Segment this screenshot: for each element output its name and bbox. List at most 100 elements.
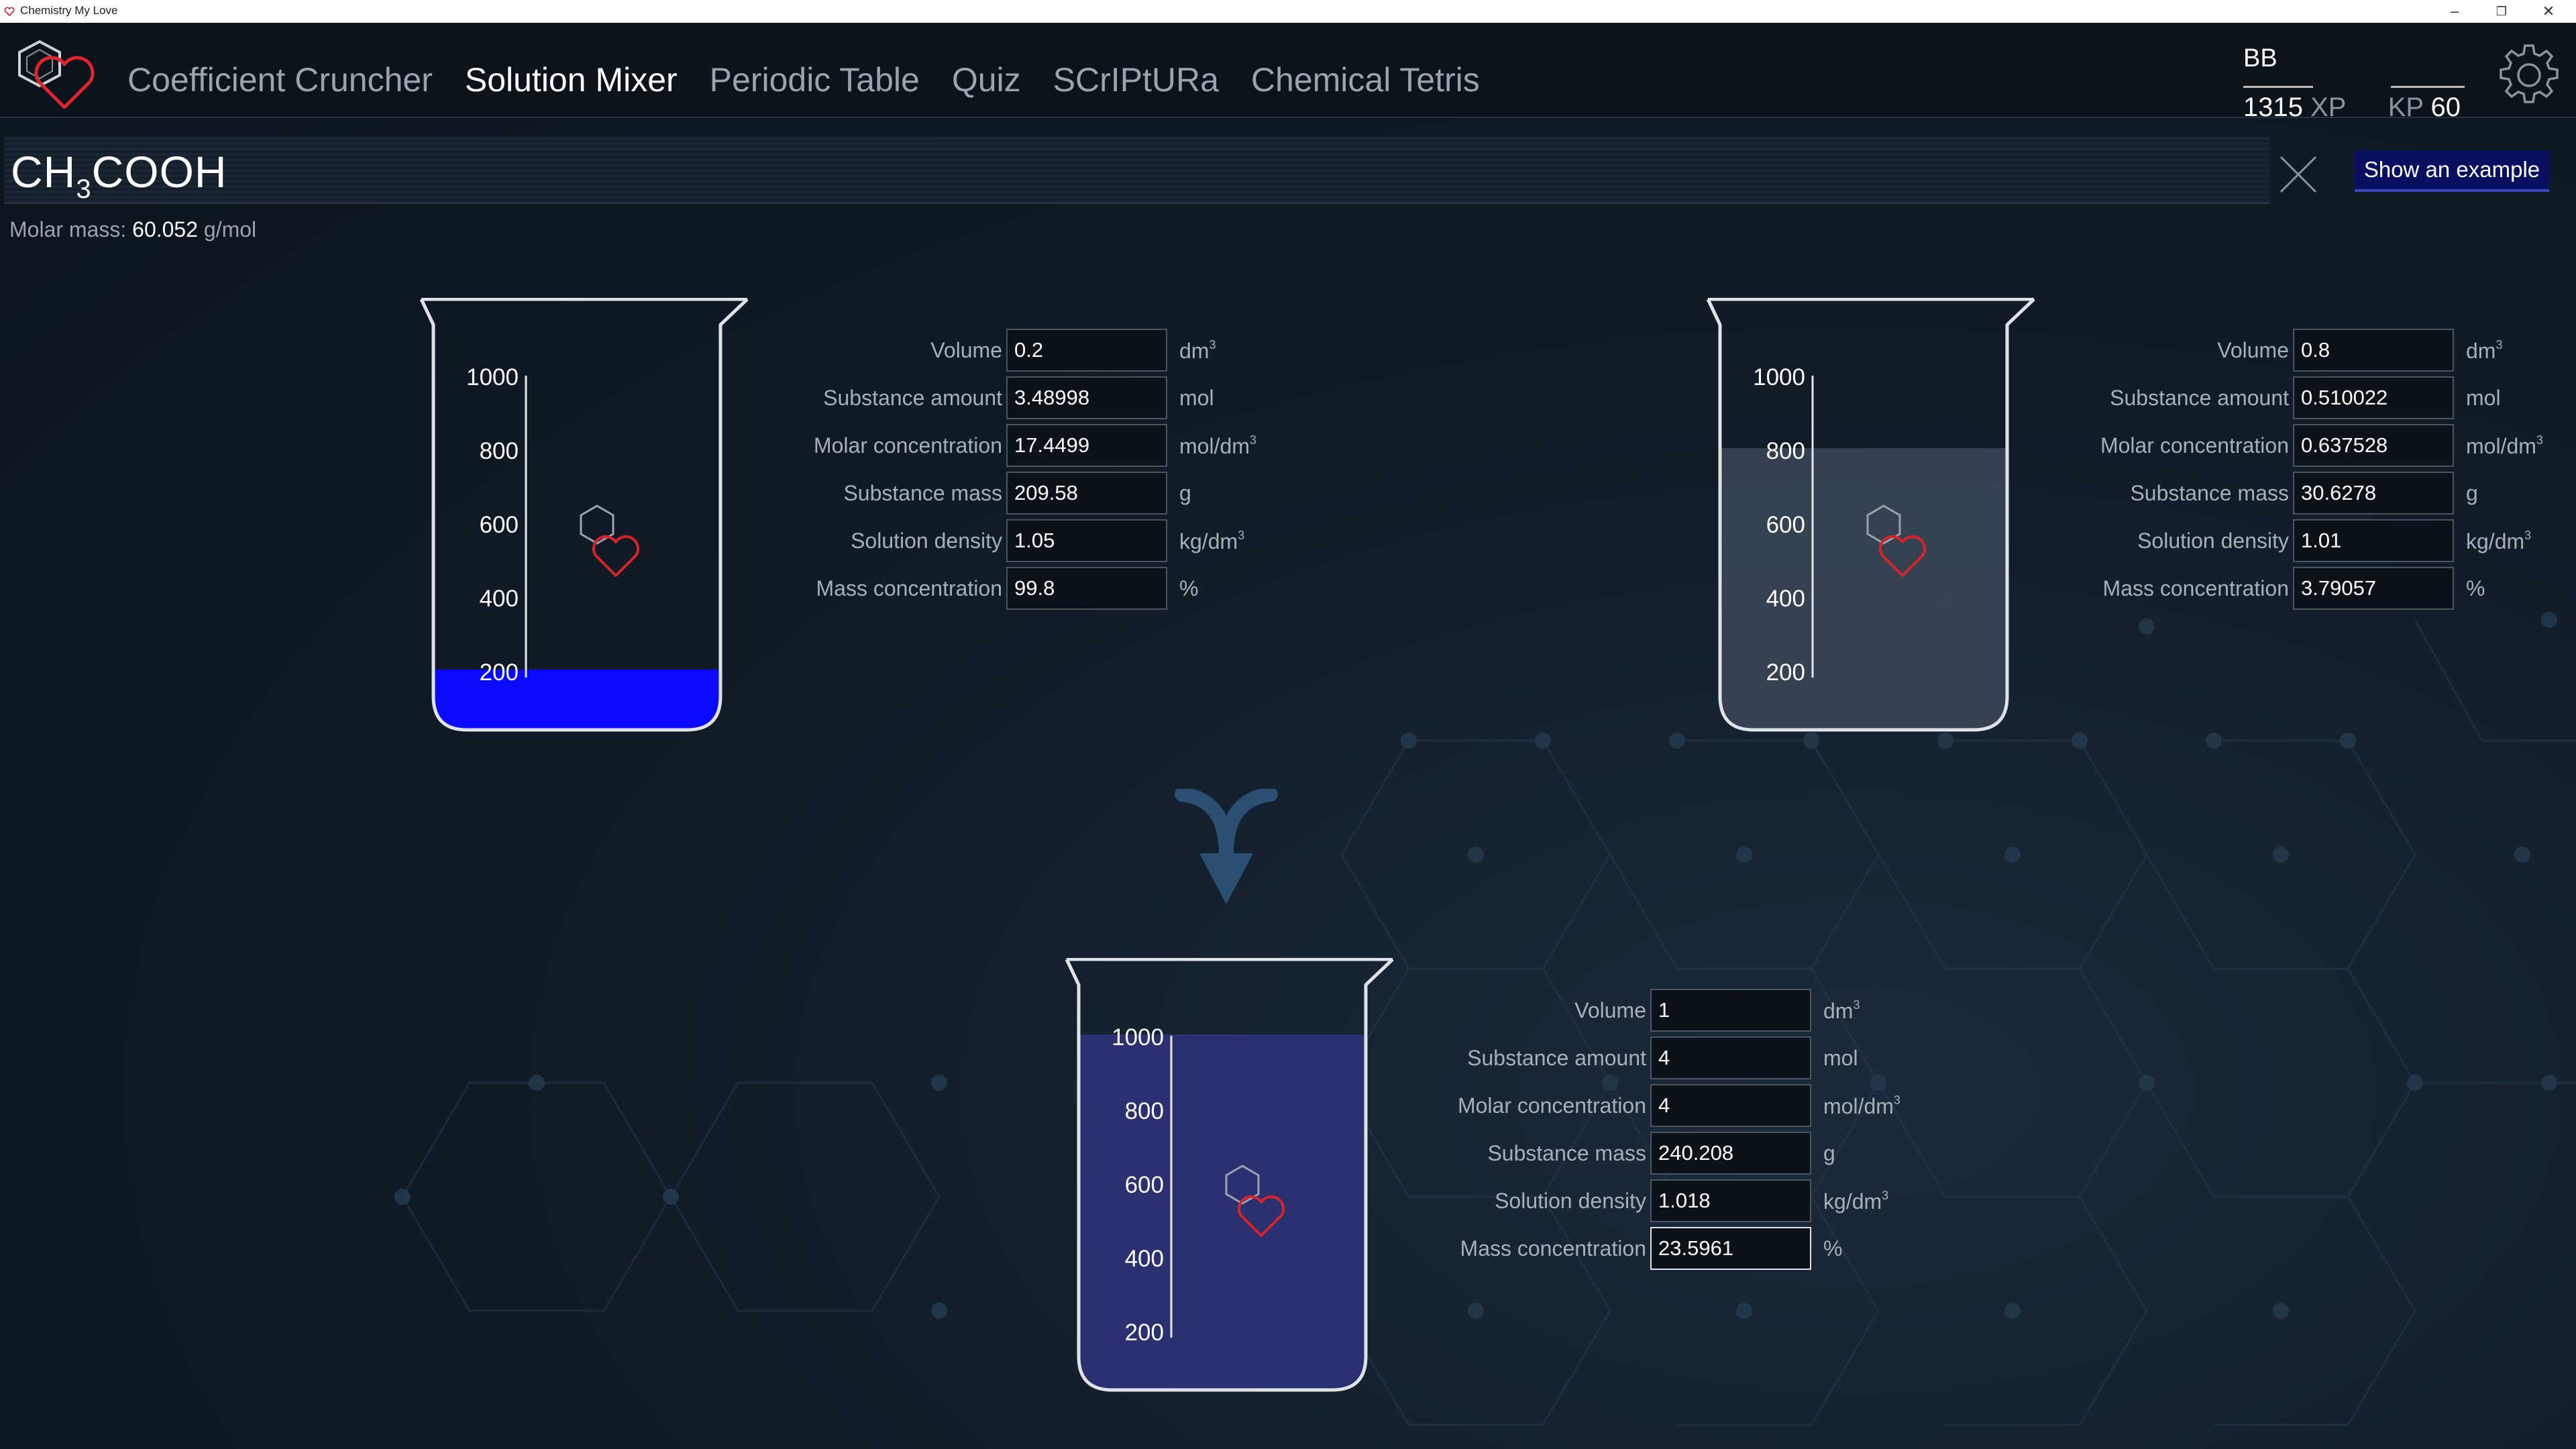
show-example-button[interactable]: Show an example — [2355, 150, 2549, 192]
solution-1-mass-concentration-input[interactable] — [1006, 567, 1167, 610]
mass-concentration-row: Mass concentration % — [1308, 1227, 1842, 1270]
solution-2-molar-concentration-input[interactable] — [2293, 424, 2454, 467]
molar-concentration-row: Molar concentration mol/dm3 — [1951, 424, 2543, 467]
unit-label: kg/dm3 — [1823, 1189, 1889, 1214]
unit-label: mol/dm3 — [1179, 433, 1256, 458]
field-label: Volume — [1574, 998, 1646, 1022]
solution-1-molar-concentration-input[interactable] — [1006, 424, 1167, 467]
beaker-logo-icon — [580, 504, 640, 577]
window-titlebar: Chemistry My Love – ❐ ✕ — [0, 0, 2576, 23]
scale-tick-label: 800 — [480, 438, 519, 464]
solution-1-amount-input[interactable] — [1006, 376, 1167, 419]
solution-1-mass-input[interactable] — [1006, 472, 1167, 515]
scale-tick-label: 1000 — [1753, 364, 1805, 390]
result-density-input[interactable] — [1650, 1179, 1811, 1222]
restore-button[interactable]: ❐ — [2478, 0, 2525, 23]
field-label: Molar concentration — [2100, 433, 2289, 458]
scale-tick-label: 1000 — [1112, 1024, 1164, 1051]
formula-input-bar[interactable]: CH3COOH — [4, 137, 2270, 204]
app-logo-icon[interactable] — [9, 30, 97, 110]
divider — [2391, 86, 2465, 88]
solution-2-volume-input[interactable] — [2293, 329, 2454, 372]
user-name: BB — [2243, 44, 2277, 72]
substance-amount-row: Substance amount mol — [1308, 1036, 1858, 1079]
scale-tick-label: 400 — [480, 586, 519, 612]
field-label: Substance mass — [843, 481, 1002, 505]
mass-concentration-row: Mass concentration % — [664, 567, 1198, 610]
field-label: Molar concentration — [1457, 1093, 1646, 1118]
substance-amount-row: Substance amount mol — [664, 376, 1214, 419]
field-label: Solution density — [1495, 1189, 1646, 1213]
formula-text[interactable]: CH3COOH — [11, 146, 227, 205]
scale-tick-label: 600 — [1125, 1172, 1164, 1198]
unit-label: g — [1179, 481, 1191, 505]
scale-tick-label: 1000 — [466, 364, 519, 390]
field-label: Mass concentration — [816, 576, 1002, 600]
molar-concentration-row: Molar concentration mol/dm3 — [664, 424, 1256, 467]
settings-gear-icon[interactable] — [2496, 42, 2563, 109]
scale-tick-label: 200 — [480, 659, 519, 686]
clear-formula-icon[interactable] — [2271, 148, 2325, 201]
molar-concentration-row: Molar concentration mol/dm3 — [1308, 1084, 1900, 1127]
nav-quiz[interactable]: Quiz — [952, 60, 1021, 99]
unit-label: dm3 — [2466, 338, 2503, 363]
nav-periodic-table[interactable]: Periodic Table — [710, 60, 920, 99]
scale-tick-label: 800 — [1125, 1098, 1164, 1124]
unit-label: mol/dm3 — [1823, 1093, 1900, 1118]
field-label: Substance mass — [1487, 1141, 1646, 1165]
solution-2-mass-concentration-input[interactable] — [2293, 567, 2454, 610]
minimize-button[interactable]: – — [2431, 0, 2478, 23]
solution-2-mass-input[interactable] — [2293, 472, 2454, 515]
scale-tick-label: 400 — [1125, 1246, 1164, 1272]
app-header: Coefficient Cruncher Solution Mixer Peri… — [0, 23, 2576, 122]
app-heart-icon — [4, 7, 15, 17]
close-window-button[interactable]: ✕ — [2525, 0, 2572, 23]
solution-density-row: Solution density kg/dm3 — [1951, 519, 2531, 562]
substance-amount-row: Substance amount mol — [1951, 376, 2501, 419]
volume-row: Volume dm3 — [664, 329, 1216, 372]
scale-tick-label: 400 — [1766, 586, 1805, 612]
solution-2-density-input[interactable] — [2293, 519, 2454, 562]
scale-tick-label: 600 — [480, 512, 519, 538]
solution-1-density-input[interactable] — [1006, 519, 1167, 562]
result-mass-input[interactable] — [1650, 1132, 1811, 1175]
field-label: Solution density — [2137, 529, 2289, 553]
nav-coefficient-cruncher[interactable]: Coefficient Cruncher — [127, 60, 433, 99]
unit-label: mol — [2466, 386, 2501, 410]
solution-1-volume-input[interactable] — [1006, 329, 1167, 372]
result-molar-concentration-input[interactable] — [1650, 1084, 1811, 1127]
field-label: Volume — [930, 338, 1002, 362]
solution-density-row: Solution density kg/dm3 — [664, 519, 1244, 562]
unit-label: dm3 — [1823, 998, 1860, 1023]
xp-counter: 1315 XP — [2243, 93, 2347, 122]
user-panel[interactable]: BB 1315 XP KP 60 — [2243, 36, 2465, 122]
merge-arrow-icon — [1175, 789, 1278, 904]
result-volume-input[interactable] — [1650, 989, 1811, 1032]
solution-2-amount-input[interactable] — [2293, 376, 2454, 419]
result-amount-input[interactable] — [1650, 1036, 1811, 1079]
divider — [2243, 86, 2313, 88]
field-label: Mass concentration — [2102, 576, 2289, 600]
app-root: Coefficient Cruncher Solution Mixer Peri… — [0, 23, 2576, 1449]
solution-density-row: Solution density kg/dm3 — [1308, 1179, 1888, 1222]
field-label: Substance mass — [2130, 481, 2289, 505]
nav-solution-mixer[interactable]: Solution Mixer — [465, 60, 678, 99]
result-mass-concentration-input[interactable] — [1650, 1227, 1811, 1270]
unit-label: g — [1823, 1141, 1835, 1165]
molar-mass-readout: Molar mass: 60.052 g/mol — [9, 217, 257, 241]
window-title: Chemistry My Love — [20, 4, 118, 17]
field-label: Solution density — [851, 529, 1002, 553]
unit-label: dm3 — [1179, 338, 1216, 363]
nav-scriptura[interactable]: SCrIPtURa — [1053, 60, 1219, 99]
field-label: Substance amount — [823, 386, 1002, 410]
field-label: Substance amount — [1467, 1046, 1646, 1070]
substance-mass-row: Substance mass g — [1951, 472, 2478, 515]
unit-label: kg/dm3 — [1179, 529, 1245, 553]
unit-label: mol — [1179, 386, 1214, 410]
volume-row: Volume dm3 — [1308, 989, 1860, 1032]
main-navigation: Coefficient Cruncher Solution Mixer Peri… — [127, 60, 1480, 99]
unit-label: mol — [1823, 1046, 1858, 1070]
nav-chemical-tetris[interactable]: Chemical Tetris — [1251, 60, 1480, 99]
unit-label: mol/dm3 — [2466, 433, 2543, 458]
scale-tick-label: 800 — [1766, 438, 1805, 464]
